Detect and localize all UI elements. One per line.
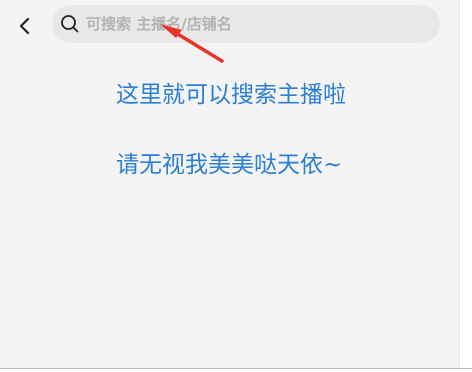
annotation-text-search-hint: 这里就可以搜索主播啦 — [116, 82, 346, 108]
search-bar[interactable] — [52, 5, 440, 43]
chevron-left-icon — [19, 17, 30, 35]
back-button[interactable] — [12, 12, 40, 40]
search-input[interactable] — [86, 9, 426, 39]
annotation-text-aside: 请无视我美美哒天依~ — [116, 152, 343, 178]
app-screen: 这里就可以搜索主播啦 请无视我美美哒天依~ — [0, 0, 459, 368]
page-edge-bottom — [0, 368, 472, 372]
search-icon — [60, 14, 80, 34]
page-edge — [459, 0, 472, 372]
